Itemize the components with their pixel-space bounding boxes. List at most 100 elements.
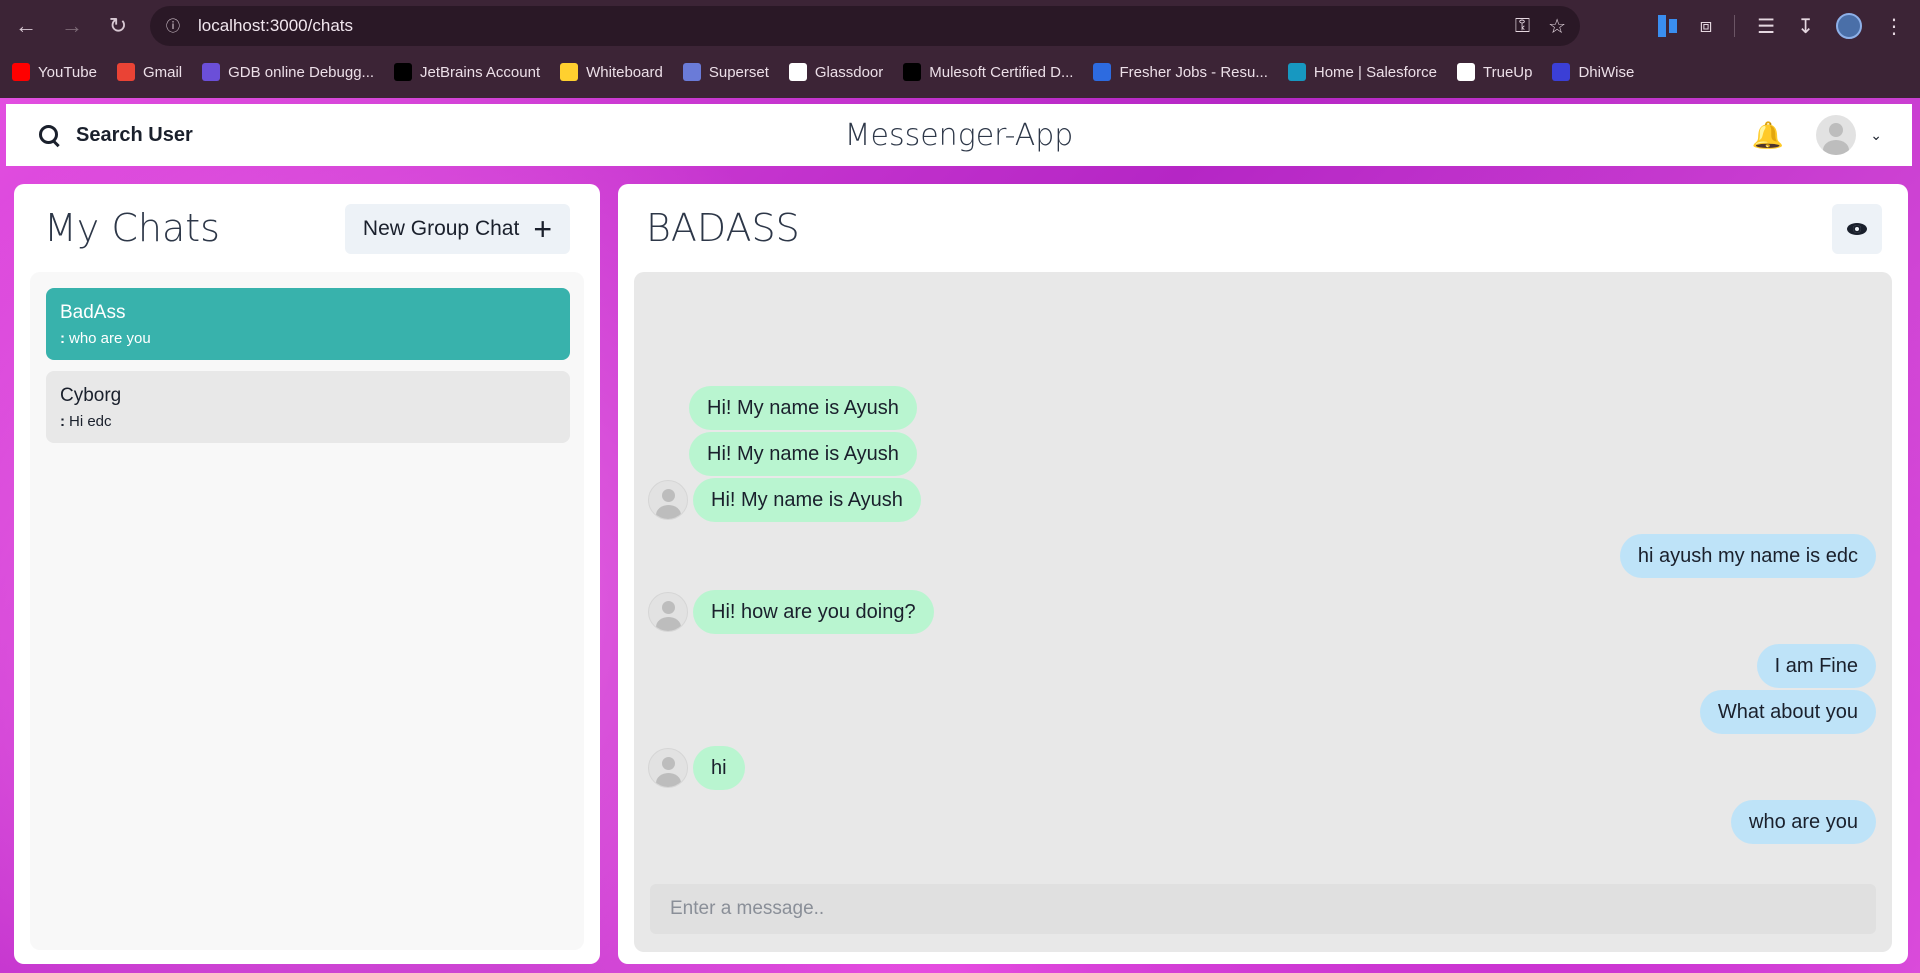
message-row: Hi! My name is Ayush [689, 386, 917, 430]
glassdoor-icon [788, 63, 807, 81]
gmail-icon [116, 63, 135, 81]
plus-icon: + [533, 211, 552, 247]
bookmark-item[interactable]: Superset [682, 63, 769, 81]
bookmark-item[interactable]: DhiWise [1552, 63, 1634, 81]
password-key-icon[interactable]: ⚿ [1515, 15, 1530, 38]
bookmark-label: Whiteboard [586, 63, 663, 81]
outgoing-message: who are you [1731, 800, 1876, 844]
chat-last-text: who are you [69, 330, 151, 347]
message-row: hi ayush my name is edc [1619, 534, 1876, 578]
app-background: Search User Messenger-App 🔔 ⌄ My Chats N… [0, 98, 1920, 973]
sender-avatar[interactable] [648, 480, 688, 520]
chat-name: BadAss [60, 302, 126, 323]
bookmark-label: DhiWise [1578, 63, 1635, 81]
bookmark-item[interactable]: Gmail [116, 63, 183, 81]
user-menu-button[interactable]: ⌄ [1816, 115, 1882, 155]
bookmark-item[interactable]: Glassdoor [788, 63, 884, 81]
whiteboard-icon [560, 63, 579, 81]
message-input[interactable] [650, 884, 1876, 934]
chat-last-message: : Hi edc [60, 413, 556, 430]
message-row: hi [648, 746, 745, 790]
search-user-button[interactable]: Search User [38, 124, 193, 147]
bookmark-item[interactable]: Whiteboard [560, 63, 663, 81]
chevron-down-icon: ⌄ [1870, 126, 1882, 143]
gdb-icon [202, 63, 221, 81]
bookmark-item[interactable]: TrueUp [1457, 63, 1532, 81]
bookmark-label: GDB online Debugg... [228, 63, 375, 81]
bookmark-label: Mulesoft Certified D... [929, 63, 1074, 81]
bookmarks-bar: YouTube Gmail GDB online Debugg... JetBrain… [0, 52, 1920, 92]
salesforce-icon [1287, 63, 1306, 81]
toolbar-divider [1734, 15, 1736, 37]
bookmark-star-icon[interactable]: ☆ [1548, 14, 1566, 39]
dhiwise-icon [1552, 63, 1571, 81]
bookmark-item[interactable]: GDB online Debugg... [202, 63, 374, 81]
bookmark-item[interactable]: Mulesoft Certified D... [903, 63, 1073, 81]
bookmark-label: Glassdoor [814, 63, 884, 81]
chat-last-prefix: : [60, 413, 65, 430]
address-bar[interactable]: ⓘ localhost:3000/chats ⚿ ☆ [150, 6, 1580, 46]
medium-icon [903, 63, 922, 81]
bookmark-item[interactable]: Home | Salesforce [1287, 63, 1437, 81]
youtube-icon [12, 63, 30, 81]
incoming-message: Hi! My name is Ayush [693, 478, 921, 522]
eye-icon [1847, 223, 1867, 235]
back-icon[interactable]: ← [6, 6, 46, 46]
bookmark-label: Superset [708, 63, 769, 81]
sender-avatar[interactable] [648, 592, 688, 632]
view-profile-button[interactable] [1832, 204, 1882, 254]
outgoing-message: What about you [1699, 690, 1876, 734]
chat-list-item[interactable]: Cyborg : Hi edc [46, 371, 570, 443]
app-title: Messenger-App [844, 117, 1074, 153]
message-row: who are you [1731, 800, 1876, 844]
media-control-icon[interactable]: ☰ [1757, 14, 1775, 39]
app-header: Search User Messenger-App 🔔 ⌄ [6, 104, 1912, 166]
bookmark-label: TrueUp [1483, 63, 1533, 81]
site-info-icon[interactable]: ⓘ [160, 13, 186, 39]
reload-icon[interactable]: ↻ [98, 6, 138, 46]
bookmark-label: Gmail [142, 63, 183, 81]
forward-icon[interactable]: → [52, 6, 92, 46]
new-group-chat-button[interactable]: New Group Chat + [344, 204, 570, 254]
new-group-chat-label: New Group Chat [362, 217, 520, 240]
messages-area[interactable]: Hi! My name is AyushHi! My name is Ayush… [634, 272, 1892, 952]
message-row: Hi! My name is Ayush [648, 478, 921, 522]
my-chats-title: My Chats [44, 206, 220, 250]
my-chats-panel: My Chats New Group Chat + BadAss: who are… [14, 184, 600, 964]
message-row: I am Fine [1756, 644, 1876, 688]
message-row: Hi! how are you doing? [648, 590, 934, 634]
fresher-jobs-icon [1093, 63, 1112, 81]
url-text[interactable]: localhost:3000/chats [198, 16, 353, 36]
browser-profile-avatar[interactable] [1836, 13, 1862, 39]
chat-list-item[interactable]: BadAss: who are you [46, 288, 570, 360]
chat-last-message: : who are you [60, 330, 556, 347]
message-row: Hi! My name is Ayush [689, 432, 917, 476]
extension-blue-icon[interactable] [1657, 15, 1678, 37]
notification-bell-icon[interactable]: 🔔 [1752, 120, 1784, 151]
jetbrains-icon [394, 63, 413, 81]
bookmark-item[interactable]: Fresher Jobs - Resu... [1093, 63, 1268, 81]
superset-icon [682, 63, 701, 81]
chat-title: BADASS [646, 206, 800, 250]
download-icon[interactable]: ↧ [1797, 14, 1814, 39]
chat-list: BadAss: who are you Cyborg: Hi edc [30, 272, 584, 950]
incoming-message: hi [693, 746, 745, 790]
chat-last-prefix: : [60, 330, 65, 347]
browser-toolbar: ← → ↻ ⓘ localhost:3000/chats ⚿ ☆ ⧈ ☰ ↧ ⋮ [0, 0, 1920, 52]
search-user-label: Search User [76, 123, 193, 146]
chat-name: Cyborg [60, 385, 122, 406]
bookmark-label: Fresher Jobs - Resu... [1119, 63, 1268, 81]
search-icon [38, 124, 60, 146]
bookmark-item[interactable]: JetBrains Account [394, 63, 540, 81]
incoming-message: Hi! how are you doing? [693, 590, 934, 634]
chat-panel: BADASS Hi! My name is AyushHi! My name i… [618, 184, 1908, 964]
sender-avatar[interactable] [648, 748, 688, 788]
browser-menu-icon[interactable]: ⋮ [1884, 14, 1904, 39]
outgoing-message: hi ayush my name is edc [1619, 534, 1876, 578]
bookmark-label: JetBrains Account [420, 63, 541, 81]
incoming-message: Hi! My name is Ayush [689, 432, 917, 476]
bookmark-label: Home | Salesforce [1313, 63, 1437, 81]
extensions-puzzle-icon[interactable]: ⧈ [1700, 15, 1713, 38]
outgoing-message: I am Fine [1756, 644, 1876, 688]
bookmark-item[interactable]: YouTube [12, 63, 97, 81]
